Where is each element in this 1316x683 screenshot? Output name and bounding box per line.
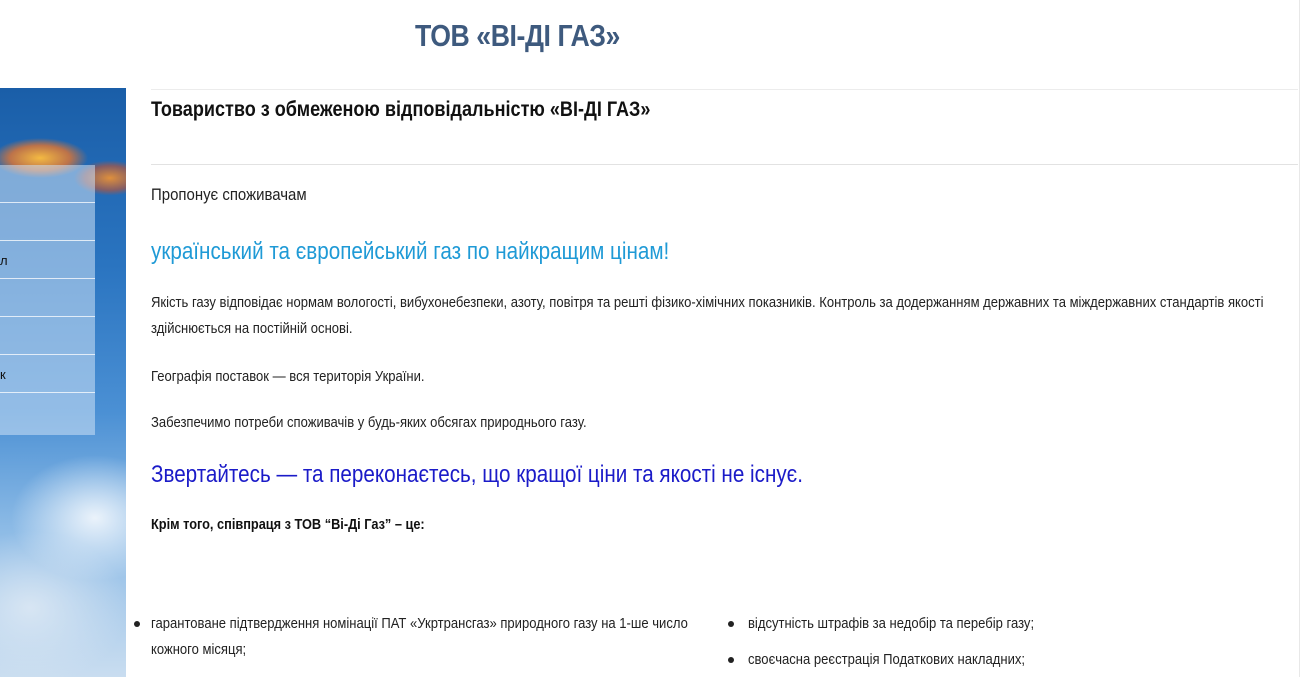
sidebar-menu-item[interactable] [0, 279, 95, 317]
sidebar-menu-item[interactable] [0, 203, 95, 241]
sidebar-menu-item[interactable] [0, 165, 95, 203]
sidebar-menu-item[interactable] [0, 393, 95, 431]
supply-paragraph: Забезпечимо потреби споживачів у будь-як… [151, 415, 587, 431]
benefits-list-left: гарантоване підтвердження номінації ПАТ … [134, 611, 771, 663]
benefits-list-right: відсутність штрафів за недобір та перебі… [728, 611, 1228, 683]
sidebar-menu-item[interactable]: к [0, 355, 95, 393]
geography-paragraph: Географія поставок — вся територія Украї… [151, 369, 425, 385]
callout-heading: Звертайтесь — та переконаєтесь, що кращо… [151, 461, 803, 488]
slogan-heading: український та європейський газ по найкр… [151, 238, 670, 265]
list-item: гарантоване підтвердження номінації ПАТ … [134, 611, 771, 663]
list-item: відсутність штрафів за недобір та перебі… [728, 611, 1228, 637]
bullet-icon [728, 621, 734, 627]
title-divider [151, 164, 1298, 165]
sidebar-menu: л к [0, 165, 95, 435]
site-title[interactable]: ТОВ «ВІ-ДІ ГАЗ» [415, 18, 620, 54]
intro-text: Пропонує споживачам [151, 185, 307, 204]
bullet-icon [134, 621, 140, 627]
site-header: ТОВ «ВІ-ДІ ГАЗ» [0, 0, 1316, 88]
list-item: своєчасна реєстрація Податкових накладни… [728, 647, 1228, 673]
quality-paragraph: Якість газу відповідає нормам вологості,… [151, 295, 1264, 337]
sidebar-banner-image: л к [0, 88, 126, 677]
sidebar-menu-item[interactable] [0, 317, 95, 355]
bullet-icon [728, 657, 734, 663]
sidebar-menu-item[interactable]: л [0, 241, 95, 279]
page-title: Товариство з обмеженою відповідальністю … [151, 98, 651, 121]
scrollbar-track[interactable] [1299, 0, 1300, 677]
benefits-heading: Крім того, співпраця з ТОВ “Ві-Ді Газ” –… [151, 517, 425, 533]
header-divider [151, 89, 1298, 90]
